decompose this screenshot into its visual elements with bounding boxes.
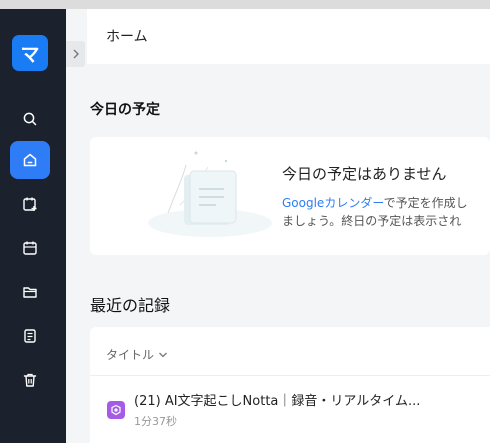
today-section-title: 今日の予定 <box>90 102 160 118</box>
sidebar-item-home[interactable] <box>10 141 50 179</box>
empty-schedule-description: Googleカレンダーで予定を作成し ましょう。終日の予定は表示され <box>282 194 468 230</box>
sidebar-item-notes[interactable] <box>10 317 50 355</box>
recent-section-title: 最近の記録 <box>90 296 171 315</box>
google-calendar-link[interactable]: Googleカレンダー <box>282 196 384 210</box>
recording-icon <box>107 401 125 419</box>
page-header: ホーム <box>87 9 490 64</box>
calendar-icon <box>23 241 37 255</box>
window-top-strip <box>0 0 490 9</box>
notes-icon <box>24 329 36 343</box>
sidebar-item-trash[interactable] <box>10 361 50 399</box>
empty-schedule-title: 今日の予定はありません <box>282 165 447 183</box>
table-row[interactable]: (21) AI文字起こしNotta｜録音・リアルタイム... 1分37秒 <box>90 376 490 443</box>
title-column-label: タイトル <box>106 348 155 362</box>
page-title: ホーム <box>106 29 148 45</box>
app-logo[interactable]: マ <box>12 35 48 71</box>
sidebar-item-search[interactable] <box>10 100 50 138</box>
description-line2: ましょう。終日の予定は表示され <box>282 214 462 228</box>
sidebar-item-new-schedule[interactable] <box>10 185 50 223</box>
chevron-right-icon <box>73 49 79 59</box>
title-column-header[interactable]: タイトル <box>106 346 168 363</box>
recent-records-table: タイトル (21) AI文字起こしNotta｜録音・リアルタイム... 1分37… <box>90 327 490 443</box>
chevron-down-icon <box>159 352 167 357</box>
trash-icon <box>23 373 37 387</box>
home-icon <box>23 153 37 167</box>
sidebar-item-folder[interactable] <box>10 273 50 311</box>
folder-icon <box>23 287 37 298</box>
today-schedule-card: 今日の予定はありません Googleカレンダーで予定を作成し ましょう。終日の予… <box>90 137 490 255</box>
description-line1: で予定を作成し <box>383 196 468 210</box>
sidebar: マ <box>0 9 66 443</box>
sidebar-item-calendar[interactable] <box>10 229 50 267</box>
record-title: (21) AI文字起こしNotta｜録音・リアルタイム... <box>134 394 421 409</box>
empty-schedule-illustration-icon <box>148 151 272 237</box>
record-duration: 1分37秒 <box>134 415 177 428</box>
search-icon <box>23 112 37 126</box>
calendar-add-icon <box>23 197 37 211</box>
sidebar-expand-button[interactable] <box>66 41 85 67</box>
